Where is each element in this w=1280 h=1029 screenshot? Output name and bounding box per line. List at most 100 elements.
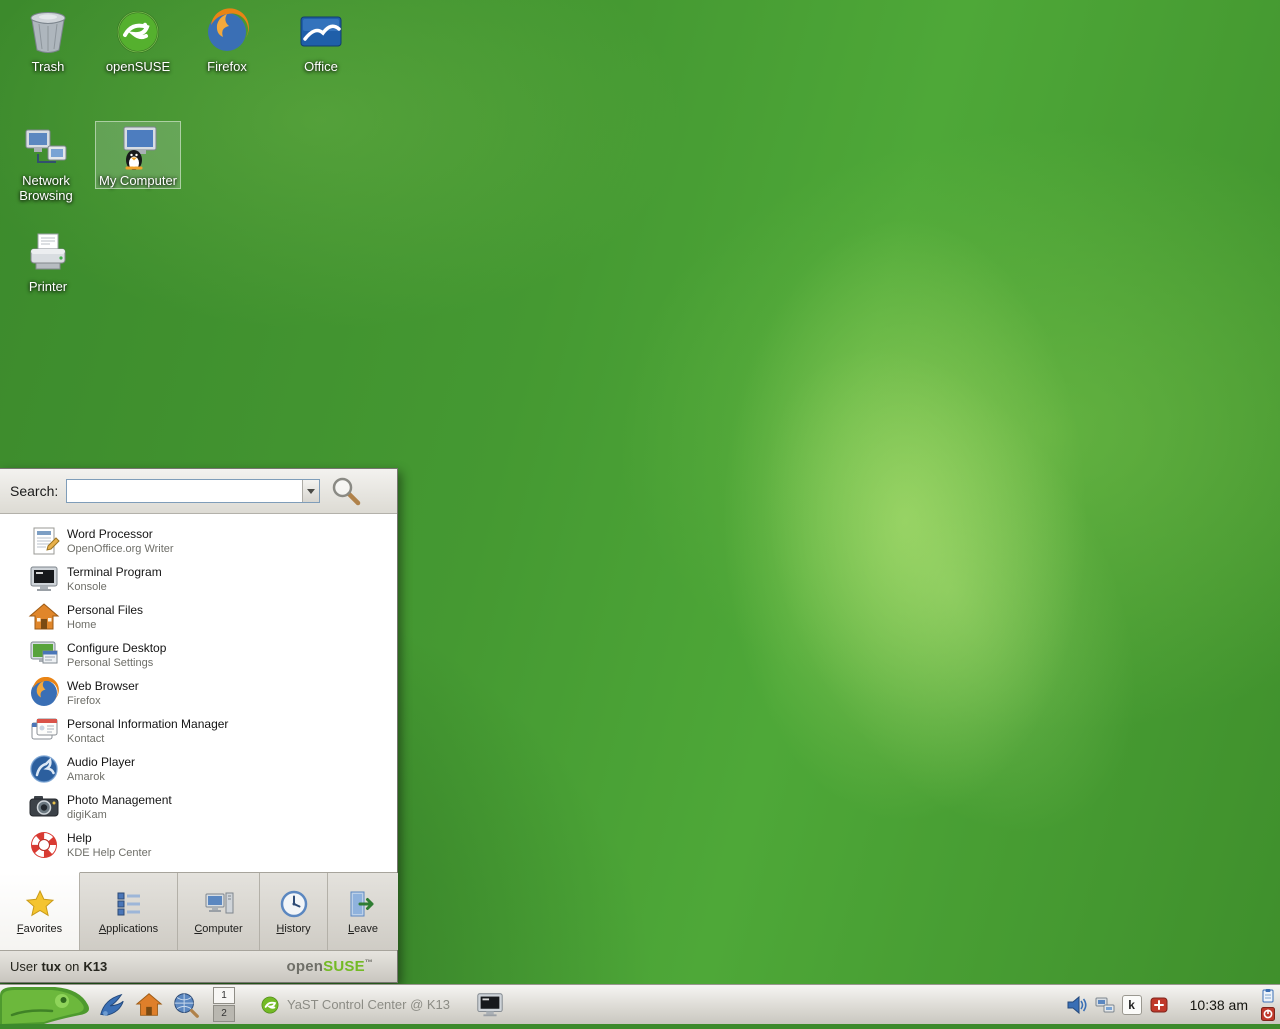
kickoff-tab-bar: Favorites Applications <box>0 872 397 950</box>
favorite-item-audio-player[interactable]: Audio Player Amarok <box>0 750 397 788</box>
power-applet-icon[interactable] <box>1260 1006 1276 1022</box>
favorite-item-photo-management[interactable]: Photo Management digiKam <box>0 788 397 826</box>
footer-on-word: on <box>65 959 79 974</box>
home-icon <box>134 990 164 1020</box>
favorite-title: Personal Information Manager <box>67 717 228 732</box>
desktop-surface[interactable]: Trash openSUSE Firefox <box>0 0 1280 1024</box>
favorite-item-pim[interactable]: Personal Information Manager Kontact <box>0 712 397 750</box>
trash-icon <box>24 8 72 56</box>
search-combo <box>66 479 320 503</box>
desktop-icon-firefox[interactable]: Firefox <box>185 8 269 74</box>
computer-icon <box>203 888 235 920</box>
taskbar-konsole-button[interactable] <box>475 990 505 1020</box>
tab-history[interactable]: History <box>260 873 328 950</box>
taskbar-mini-applets <box>1260 988 1276 1022</box>
favorite-subtitle: KDE Help Center <box>67 846 151 860</box>
pager-desktop-1[interactable]: 1 <box>213 987 235 1004</box>
clock-icon <box>278 888 310 920</box>
favorite-item-terminal[interactable]: Terminal Program Konsole <box>0 560 397 598</box>
tab-computer[interactable]: Computer <box>178 873 260 950</box>
favorite-item-personal-files[interactable]: Personal Files Home <box>0 598 397 636</box>
kickoff-favorites-list: Word Processor OpenOffice.org Writer Ter… <box>0 514 397 872</box>
network-icon <box>1094 994 1116 1016</box>
firefox-icon <box>28 677 60 709</box>
favorite-subtitle: Home <box>67 618 143 632</box>
red-tool-icon <box>1149 995 1169 1015</box>
kickoff-footer: User tux on K13 openSUSE™ <box>0 950 397 982</box>
tab-applications[interactable]: Applications <box>80 873 178 950</box>
firefox-icon <box>203 8 251 56</box>
favorite-subtitle: Kontact <box>67 732 228 746</box>
leave-door-icon <box>347 888 379 920</box>
desktop-icon-opensuse[interactable]: openSUSE <box>96 8 180 74</box>
task-button-yast[interactable]: YaST Control Center @ K13 <box>249 988 461 1022</box>
chevron-down-icon <box>307 489 315 494</box>
favorite-item-web-browser[interactable]: Web Browser Firefox <box>0 674 397 712</box>
network-tray-icon[interactable] <box>1094 994 1116 1016</box>
kickoff-search-bar: Search: <box>0 469 397 514</box>
yast-icon <box>260 995 280 1015</box>
configure-desktop-icon <box>28 639 60 671</box>
printer-icon <box>24 228 72 276</box>
favorite-title: Terminal Program <box>67 565 162 580</box>
desktop-icon-label: Office <box>279 59 363 74</box>
opensuse-logo: openSUSE™ <box>287 958 374 975</box>
footer-user-prefix: User <box>10 959 37 974</box>
terminal-icon <box>28 563 60 595</box>
desktop-icon-label: Firefox <box>185 59 269 74</box>
search-label: Search: <box>10 483 58 499</box>
quick-launch-search-globe[interactable] <box>169 988 203 1022</box>
help-lifering-icon <box>28 829 60 861</box>
desktop-icon-printer[interactable]: Printer <box>6 228 90 294</box>
pager-desktop-2[interactable]: 2 <box>213 1005 235 1022</box>
desktop-pager: 1 2 <box>213 987 235 1022</box>
quick-launch-kontact-swoosh[interactable] <box>95 988 129 1022</box>
network-browsing-icon <box>22 122 70 170</box>
favorite-title: Web Browser <box>67 679 139 694</box>
opensuse-geeko-icon <box>114 8 162 56</box>
desktop-icon-label: openSUSE <box>96 59 180 74</box>
desktop-icon-trash[interactable]: Trash <box>6 8 90 74</box>
favorite-subtitle: Amarok <box>67 770 135 784</box>
search-input[interactable] <box>67 480 302 502</box>
favorite-title: Personal Files <box>67 603 143 618</box>
tab-leave[interactable]: Leave <box>328 873 398 950</box>
tab-favorites[interactable]: Favorites <box>0 872 80 950</box>
star-icon <box>24 888 56 920</box>
desktop-icon-my-computer[interactable]: My Computer <box>96 122 180 188</box>
favorite-item-help[interactable]: Help KDE Help Center <box>0 826 397 864</box>
taskbar-clock[interactable]: 10:38 am <box>1178 997 1260 1013</box>
my-computer-icon <box>114 122 162 170</box>
start-menu-button[interactable] <box>0 985 92 1024</box>
kpowersave-tray-icon[interactable]: k <box>1122 995 1142 1015</box>
desktop-icon-label: My Computer <box>96 173 180 188</box>
desktop-icon-network-browsing[interactable]: Network Browsing <box>4 122 88 203</box>
konsole-icon <box>475 990 505 1020</box>
favorite-subtitle: Personal Settings <box>67 656 166 670</box>
klipper-red-tray-icon[interactable] <box>1148 994 1170 1016</box>
favorite-item-configure-desktop[interactable]: Configure Desktop Personal Settings <box>0 636 397 674</box>
favorite-subtitle: Konsole <box>67 580 162 594</box>
desktop-icon-label: Network Browsing <box>4 173 88 203</box>
volume-tray-icon[interactable] <box>1066 994 1088 1016</box>
system-tray: k <box>1066 994 1170 1016</box>
search-history-dropdown[interactable] <box>302 480 319 502</box>
wallpaper-swirl <box>600 182 1280 997</box>
desktop-icon-office[interactable]: Office <box>279 8 363 74</box>
magnifier-icon <box>330 475 362 507</box>
kontact-icon <box>28 715 60 747</box>
task-button-label: YaST Control Center @ K13 <box>287 997 450 1012</box>
favorite-title: Photo Management <box>67 793 172 808</box>
favorite-subtitle: Firefox <box>67 694 139 708</box>
clipboard-applet-icon[interactable] <box>1260 988 1276 1004</box>
home-icon <box>28 601 60 633</box>
speaker-icon <box>1066 994 1088 1016</box>
quick-launch-home[interactable] <box>132 988 166 1022</box>
office-icon <box>297 8 345 56</box>
favorite-subtitle: OpenOffice.org Writer <box>67 542 174 556</box>
favorite-item-word-processor[interactable]: Word Processor OpenOffice.org Writer <box>0 522 397 560</box>
footer-hostname: K13 <box>83 959 107 974</box>
favorite-title: Help <box>67 831 151 846</box>
favorite-title: Audio Player <box>67 755 135 770</box>
favorite-subtitle: digiKam <box>67 808 172 822</box>
